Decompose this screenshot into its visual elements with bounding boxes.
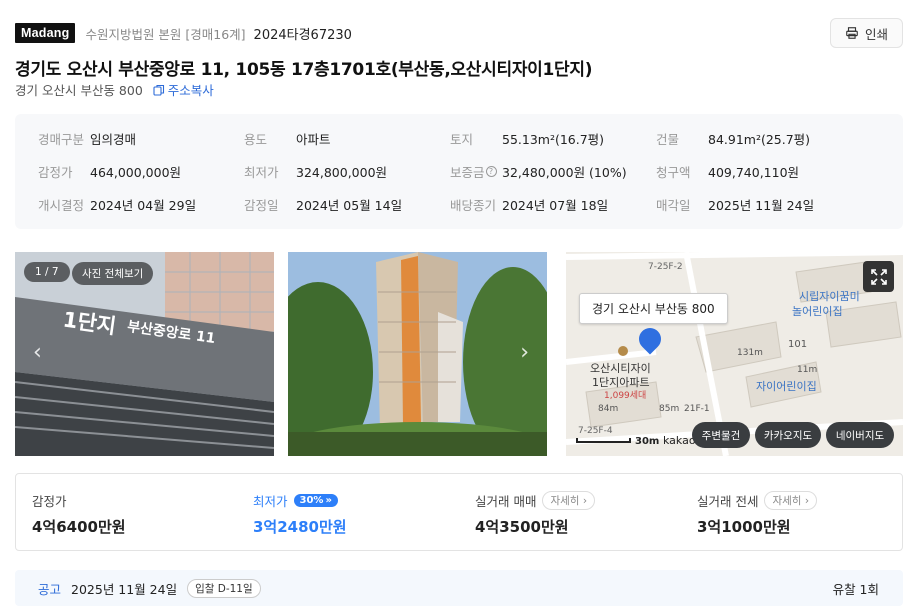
info-claim: 청구액 409,740,110원 bbox=[656, 165, 800, 180]
nearby-items-button[interactable]: 주변물건 bbox=[692, 422, 750, 448]
expand-map-button[interactable] bbox=[863, 261, 894, 292]
map-label-d84: 84m bbox=[598, 404, 619, 414]
failed-bid-count: 유찰 1회 bbox=[832, 581, 879, 597]
court-name: 수원지방법원 본원 [경매16계] bbox=[85, 26, 246, 42]
price-appraisal: 감정가 4억6400만원 bbox=[32, 490, 126, 537]
map-label-d21: 21F-1 bbox=[684, 404, 710, 414]
real-trade-detail-button[interactable]: 자세히 › bbox=[542, 490, 596, 510]
print-label: 인쇄 bbox=[864, 26, 888, 42]
case-number: 2024타경67230 bbox=[253, 27, 352, 43]
sub-address: 경기 오산시 부산동 800 bbox=[15, 83, 143, 98]
map-label-bldg101: 101 bbox=[788, 339, 808, 350]
map-households: 1,099세대 bbox=[604, 391, 647, 401]
prev-photo-arrow-icon[interactable]: ‹ bbox=[33, 340, 42, 365]
chevron-right-icon: › bbox=[804, 494, 810, 507]
map-label-kinder2: 자이어린이집 bbox=[756, 380, 817, 393]
price-real-trade-value: 4억3500만원 bbox=[475, 518, 569, 536]
header: Madang 수원지방법원 본원 [경매16계] 2024타경67230 인쇄 bbox=[15, 18, 903, 48]
next-photo-arrow-icon[interactable]: › bbox=[520, 340, 529, 365]
property-photo-1[interactable]: 1단지 부산중앙로 11 1 / 7 사진 전체보기 ‹ bbox=[15, 252, 274, 456]
notice-label: 공고 bbox=[38, 581, 62, 597]
discount-badge: 30% » bbox=[293, 493, 338, 507]
info-sale-date: 매각일 2025년 11월 24일 bbox=[656, 198, 815, 213]
info-appraisal-date: 감정일 2024년 05월 14일 bbox=[244, 198, 403, 213]
price-real-trade: 실거래 매매 자세히 › 4억3500만원 bbox=[475, 490, 596, 537]
auction-notice-bar: 공고 2025년 11월 24일 입찰 D-11일 유찰 1회 bbox=[15, 570, 903, 606]
property-title: 경기도 오산시 부산중앙로 11, 105동 17층1701호(부산동,오산시티… bbox=[15, 60, 593, 80]
info-building: 건물 84.91m²(25.7평) bbox=[656, 132, 811, 147]
info-dividend-deadline: 배당종기 2024년 07월 18일 bbox=[450, 198, 609, 213]
price-real-jeonse-value: 3억1000만원 bbox=[697, 518, 791, 536]
notice-date: 2025년 11월 24일 bbox=[71, 581, 178, 597]
map-scale-label: 30m bbox=[635, 436, 660, 447]
bid-dday-badge: 입찰 D-11일 bbox=[187, 578, 261, 598]
price-minimum-label: 최저가 bbox=[253, 493, 288, 509]
naver-map-button[interactable]: 네이버지도 bbox=[826, 422, 894, 448]
map-label-kinder1: 시립자이꿈미 bbox=[799, 290, 860, 303]
auction-info-panel: 경매구분 임의경매 용도 아파트 토지 55.13m²(16.7평) 건물 84… bbox=[15, 114, 903, 229]
info-start-decision: 개시결정 2024년 04월 29일 bbox=[38, 198, 197, 213]
copy-address-label: 주소복사 bbox=[167, 83, 214, 98]
printer-icon bbox=[846, 27, 858, 39]
price-summary: 감정가 4억6400만원 최저가 30% » 3억2480만원 실거래 매매 자… bbox=[15, 473, 903, 551]
copy-address-button[interactable]: 주소복사 bbox=[153, 80, 214, 99]
kakao-logo: kakao bbox=[663, 434, 696, 447]
kakao-map-button[interactable]: 카카오지도 bbox=[755, 422, 821, 448]
info-min-price: 최저가 324,800,000원 bbox=[244, 165, 388, 180]
chevron-down-icon: » bbox=[325, 494, 332, 506]
real-jeonse-detail-button[interactable]: 자세히 › bbox=[764, 490, 818, 510]
map-poi-icon bbox=[618, 346, 628, 356]
map-road-label-2: 7-25F-4 bbox=[578, 426, 613, 436]
sub-address-row: 경기 오산시 부산동 800 주소복사 bbox=[15, 80, 214, 99]
price-real-jeonse-label: 실거래 전세 bbox=[697, 493, 759, 509]
map-scale-bar bbox=[576, 438, 631, 443]
madang-logo: Madang bbox=[15, 23, 76, 43]
print-button[interactable]: 인쇄 bbox=[830, 18, 903, 48]
price-real-jeonse: 실거래 전세 자세히 › 3억1000만원 bbox=[697, 490, 818, 537]
price-minimum-value: 3억2480만원 bbox=[253, 518, 347, 536]
location-map[interactable]: 7-25F-2 7-25F-4 시립자이꿈미 놀어린이집 자이어린이집 101 … bbox=[566, 252, 903, 456]
map-address-tooltip: 경기 오산시 부산동 800 bbox=[579, 293, 728, 324]
map-label-d131: 131m bbox=[737, 348, 763, 358]
price-appraisal-value: 4억6400만원 bbox=[32, 518, 126, 536]
price-minimum: 최저가 30% » 3억2480만원 bbox=[253, 490, 347, 537]
price-appraisal-label: 감정가 bbox=[32, 493, 67, 509]
map-road-label-1: 7-25F-2 bbox=[648, 262, 683, 272]
view-all-photos-button[interactable]: 사진 전체보기 bbox=[72, 262, 154, 285]
chevron-right-icon: › bbox=[582, 494, 588, 507]
info-usage: 용도 아파트 bbox=[244, 132, 331, 147]
info-appraisal: 감정가 464,000,000원 bbox=[38, 165, 182, 180]
map-label-d11: 11m bbox=[797, 365, 818, 375]
info-deposit: 보증금 ? 32,480,000원 (10%) bbox=[450, 165, 627, 180]
map-label-kinder1b: 놀어린이집 bbox=[792, 305, 843, 318]
info-land: 토지 55.13m²(16.7평) bbox=[450, 132, 605, 147]
property-photo-2[interactable]: › bbox=[288, 252, 547, 456]
map-label-d85: 85m bbox=[659, 404, 680, 414]
photo-counter: 1 / 7 bbox=[24, 262, 70, 282]
apartment-tower-image bbox=[288, 252, 547, 456]
expand-icon bbox=[870, 268, 887, 285]
info-auction-type: 경매구분 임의경매 bbox=[38, 132, 137, 147]
copy-icon bbox=[153, 84, 164, 96]
price-real-trade-label: 실거래 매매 bbox=[475, 493, 537, 509]
help-icon[interactable]: ? bbox=[485, 166, 497, 177]
